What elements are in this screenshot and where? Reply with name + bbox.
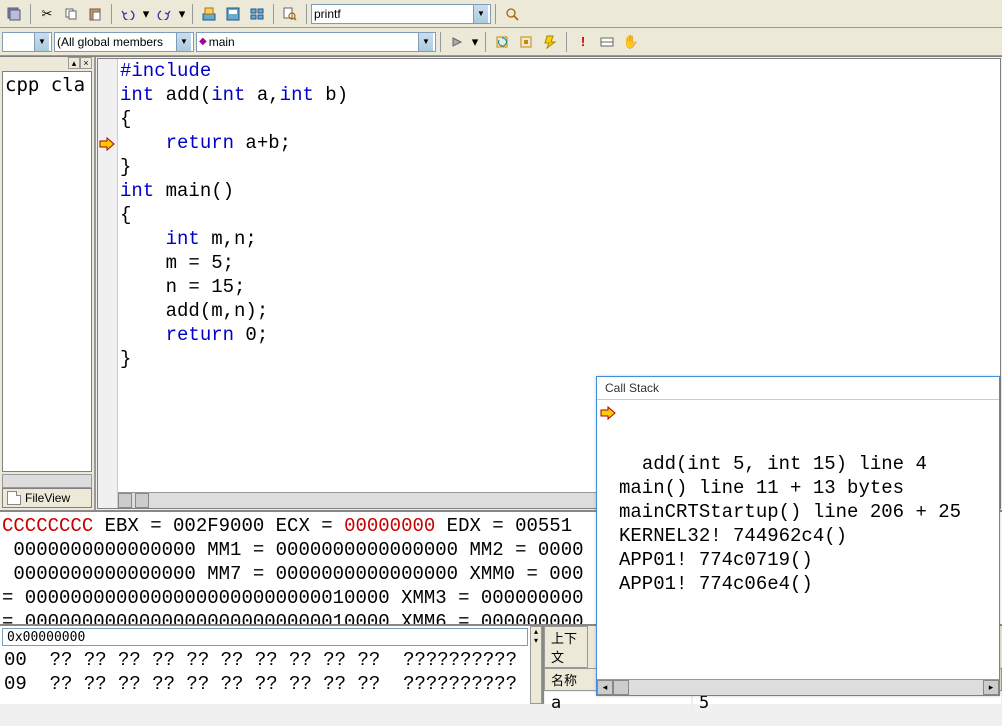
cut-icon[interactable]: ✂	[36, 3, 58, 25]
fileview-tab[interactable]: FileView	[2, 488, 92, 508]
class-combo[interactable]: ▼	[2, 32, 52, 52]
memory-pane: 00 ?? ?? ?? ?? ?? ?? ?? ?? ?? ?? ???????…	[0, 626, 530, 704]
member-combo[interactable]: ◆ main ▼	[196, 32, 436, 52]
undo-dropdown-icon[interactable]: ▾	[141, 3, 151, 25]
diamond-icon: ◆	[199, 36, 207, 47]
toolbar-wizbar: ▼ (All global members ▼ ◆ main ▼ ▾ ! ✋	[0, 28, 1002, 56]
save-all-icon[interactable]	[3, 3, 25, 25]
chevron-down-icon[interactable]: ▼	[418, 33, 433, 51]
reg-eax: CCCCCCCC	[2, 515, 93, 537]
workspace-panel: ▴ × cpp cla FileView	[0, 57, 96, 510]
memory-dump[interactable]: 00 ?? ?? ?? ?? ?? ?? ?? ?? ?? ?? ???????…	[0, 648, 530, 704]
go-icon[interactable]	[446, 31, 468, 53]
window-list-icon[interactable]	[246, 3, 268, 25]
exec-pointer-icon	[599, 404, 617, 422]
copy-icon[interactable]	[60, 3, 82, 25]
find-in-files-icon[interactable]	[279, 3, 301, 25]
file-icon	[7, 491, 21, 505]
reg-ecx: 00000000	[344, 515, 435, 537]
paste-icon[interactable]	[84, 3, 106, 25]
hand-icon[interactable]: ✋	[620, 31, 642, 53]
break-icon[interactable]	[539, 31, 561, 53]
restart-debug-icon[interactable]	[491, 31, 513, 53]
tree-node-text: cpp cla	[5, 74, 85, 96]
workspace-icon[interactable]	[198, 3, 220, 25]
watch-col-context[interactable]: 上下文	[544, 626, 588, 668]
scrollbar-horizontal[interactable]: ◂ ▸	[597, 679, 999, 695]
scroll-left-icon[interactable]: ◂	[597, 680, 613, 695]
scope-combo[interactable]: (All global members ▼	[54, 32, 194, 52]
exec-pointer-icon	[98, 135, 116, 153]
memory-address-input[interactable]	[2, 628, 528, 646]
stop-debug-icon[interactable]	[515, 31, 537, 53]
redo-dropdown-icon[interactable]: ▾	[177, 3, 187, 25]
redo-icon[interactable]	[153, 3, 175, 25]
find-icon[interactable]	[501, 3, 523, 25]
chevron-down-icon[interactable]: ▼	[34, 33, 49, 51]
scroll-right-icon[interactable]: ▸	[983, 680, 999, 695]
output-icon[interactable]	[222, 3, 244, 25]
scrollbar-horizontal[interactable]	[2, 474, 92, 488]
panel-split-icon[interactable]: ▴	[68, 57, 80, 69]
go-dropdown-icon[interactable]: ▾	[470, 31, 480, 53]
gutter[interactable]	[98, 59, 118, 508]
undo-icon[interactable]	[117, 3, 139, 25]
chevron-down-icon[interactable]: ▼	[176, 33, 191, 51]
callstack-body[interactable]: add(int 5, int 15) line 4 main() line 11…	[597, 400, 999, 679]
scope-combo-text: (All global members	[57, 35, 163, 49]
fileview-label: FileView	[25, 491, 70, 505]
panel-close-icon[interactable]: ×	[80, 57, 92, 69]
watch-icon[interactable]	[596, 31, 618, 53]
code-body[interactable]: #include int add(int a,int b) { return a…	[98, 59, 1000, 371]
member-combo-text: main	[209, 35, 235, 49]
scroll-thumb[interactable]	[613, 680, 629, 695]
find-combo-text: printf	[314, 7, 341, 21]
chevron-down-icon[interactable]: ▼	[473, 5, 488, 23]
find-combo[interactable]: printf ▼	[311, 4, 491, 24]
toolbar-standard: ✂ ▾ ▾ printf ▼	[0, 0, 1002, 28]
class-tree[interactable]: cpp cla	[2, 71, 92, 472]
callstack-title[interactable]: Call Stack	[597, 377, 999, 400]
callstack-window[interactable]: Call Stack add(int 5, int 15) line 4 mai…	[596, 376, 1000, 696]
exclaim-icon[interactable]: !	[572, 31, 594, 53]
scrollbar-vertical[interactable]: ▴ ▾	[530, 626, 542, 704]
